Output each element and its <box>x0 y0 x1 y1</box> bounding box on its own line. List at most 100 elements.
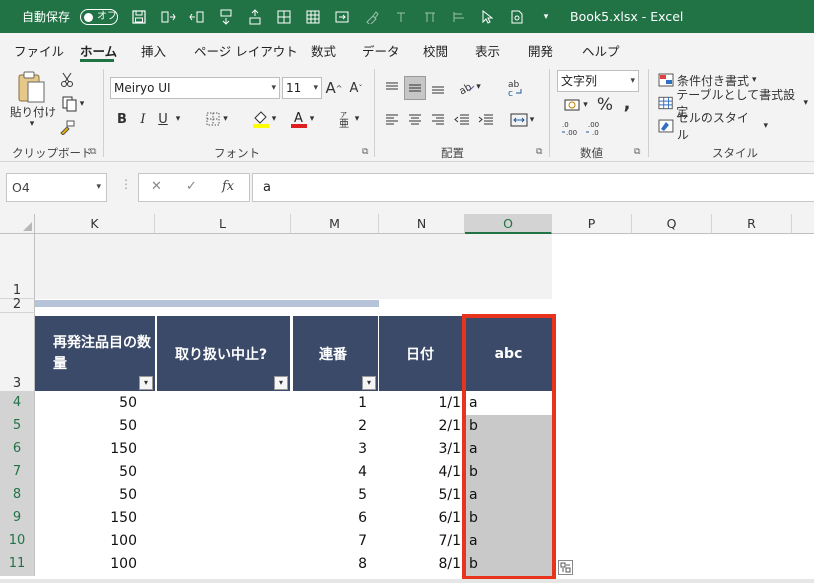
font-launcher-icon[interactable]: ⧉ <box>362 147 372 157</box>
merge-center-icon[interactable]: ▾ <box>504 109 540 131</box>
horizontal-scrollbar[interactable] <box>0 579 814 583</box>
date-cell[interactable]: 8/1 <box>379 553 461 576</box>
quantity-cell[interactable]: 100 <box>35 530 137 553</box>
autosave-toggle[interactable]: オフ <box>80 9 118 25</box>
number-format-combo[interactable]: 文字列 ▾ <box>557 70 639 92</box>
print-preview-icon[interactable] <box>506 0 528 33</box>
tab-insert[interactable]: 挿入 <box>141 41 166 60</box>
align-bottom-icon[interactable] <box>428 77 448 99</box>
increase-font-icon[interactable]: A ^ <box>325 77 343 99</box>
date-cell[interactable]: 1/1 <box>379 392 461 415</box>
row-header-10[interactable]: 10 <box>0 530 35 553</box>
orientation-icon[interactable]: ab ▾ <box>452 76 486 98</box>
row-header-4[interactable]: 4 <box>0 392 35 415</box>
cut-icon[interactable] <box>58 71 76 89</box>
column-header-n[interactable]: N <box>379 214 465 234</box>
column-header-o[interactable]: O <box>465 214 552 234</box>
row-header-2[interactable]: 2 <box>0 298 35 313</box>
delete-row-icon[interactable] <box>244 0 266 33</box>
tab-file[interactable]: ファイル <box>14 41 64 60</box>
quantity-cell[interactable]: 150 <box>35 507 137 530</box>
decrease-font-icon[interactable]: Aˇ <box>347 77 365 99</box>
increase-indent-icon[interactable] <box>476 109 496 131</box>
align-left-icon[interactable] <box>382 109 402 131</box>
save-icon[interactable] <box>128 0 150 33</box>
column-header-k[interactable]: K <box>35 214 155 234</box>
row-header-3[interactable]: 3 <box>0 313 35 392</box>
serial-cell[interactable]: 6 <box>291 507 367 530</box>
align-right-icon[interactable] <box>428 109 448 131</box>
underline-dropdown-icon[interactable]: ▾ <box>172 109 184 129</box>
tab-page-layout[interactable]: ページ レイアウト <box>194 41 298 60</box>
underline-button[interactable]: U <box>156 109 170 129</box>
tab-help[interactable]: ヘルプ <box>582 41 620 60</box>
comma-style-icon[interactable]: , <box>620 92 634 114</box>
formula-input[interactable]: a <box>252 173 814 202</box>
date-cell[interactable]: 6/1 <box>379 507 461 530</box>
cell-styles-button[interactable]: セルのスタイル ▾ <box>658 111 768 142</box>
insert-row-icon[interactable] <box>215 0 237 33</box>
column-header-r[interactable]: R <box>712 214 792 234</box>
quantity-cell[interactable]: 50 <box>35 392 137 415</box>
serial-cell[interactable]: 5 <box>291 484 367 507</box>
enter-icon[interactable]: ✓ <box>186 179 197 194</box>
all-borders-icon[interactable] <box>302 0 324 33</box>
format-painter-icon[interactable] <box>58 118 76 136</box>
serial-cell[interactable]: 3 <box>291 438 367 461</box>
decrease-decimal-icon[interactable]: .00.0 <box>584 119 604 137</box>
date-cell[interactable]: 4/1 <box>379 461 461 484</box>
percent-icon[interactable]: % <box>596 94 614 116</box>
quantity-cell[interactable]: 100 <box>35 553 137 576</box>
quick-analysis-icon[interactable] <box>558 560 573 575</box>
row-header-9[interactable]: 9 <box>0 507 35 530</box>
tab-formulas[interactable]: 数式 <box>311 41 336 60</box>
column-header-m[interactable]: M <box>291 214 379 234</box>
borders-icon[interactable]: ▾ <box>200 109 234 129</box>
row-header-7[interactable]: 7 <box>0 461 35 484</box>
delete-column-icon[interactable] <box>186 0 208 33</box>
insert-function-icon[interactable]: fx <box>222 179 234 194</box>
customize-toolbar-icon[interactable]: ▾ <box>535 0 557 33</box>
number-launcher-icon[interactable]: ⧉ <box>634 147 644 157</box>
select-all-button[interactable] <box>0 214 35 234</box>
filter-dropdown-icon[interactable]: ▾ <box>274 376 288 390</box>
date-cell[interactable]: 7/1 <box>379 530 461 553</box>
fill-color-icon[interactable]: ▾ <box>246 107 282 131</box>
align-middle-icon[interactable] <box>404 76 426 100</box>
column-header-p[interactable]: P <box>552 214 632 234</box>
quantity-cell[interactable]: 150 <box>35 438 137 461</box>
align-top-icon[interactable] <box>382 77 402 99</box>
worksheet-grid[interactable]: K L M N O P Q R 1 2 3 4 5 6 7 8 9 10 11 … <box>0 214 814 583</box>
row-header-8[interactable]: 8 <box>0 484 35 507</box>
filter-dropdown-icon[interactable]: ▾ <box>362 376 376 390</box>
paste-icon[interactable] <box>14 69 48 105</box>
clipboard-launcher-icon[interactable]: ⧉ <box>90 147 100 157</box>
font-name-combo[interactable]: Meiryo UI ▾ <box>110 77 280 99</box>
tab-home[interactable]: ホーム <box>80 41 117 60</box>
increase-decimal-icon[interactable]: .0.00 <box>560 119 580 137</box>
decrease-indent-icon[interactable] <box>452 109 472 131</box>
cancel-icon[interactable]: ✕ <box>151 179 162 194</box>
tab-data[interactable]: データ <box>362 41 400 60</box>
font-size-combo[interactable]: 11 ▾ <box>282 77 322 99</box>
tab-developer[interactable]: 開発 <box>528 41 553 60</box>
row-header-5[interactable]: 5 <box>0 415 35 438</box>
copy-icon[interactable]: ▾ <box>58 95 88 113</box>
row-header-6[interactable]: 6 <box>0 438 35 461</box>
merge-icon[interactable] <box>331 0 353 33</box>
alignment-launcher-icon[interactable]: ⧉ <box>536 147 546 157</box>
wrap-text-icon[interactable]: ab c <box>504 76 526 100</box>
border-grid-icon[interactable] <box>273 0 295 33</box>
bold-button[interactable]: B <box>114 109 130 129</box>
row-header-11[interactable]: 11 <box>0 553 35 576</box>
italic-button[interactable]: I <box>136 109 150 129</box>
date-cell[interactable]: 2/1 <box>379 415 461 438</box>
tab-review[interactable]: 校閲 <box>423 41 448 60</box>
column-header-l[interactable]: L <box>155 214 291 234</box>
serial-cell[interactable]: 7 <box>291 530 367 553</box>
quantity-cell[interactable]: 50 <box>35 461 137 484</box>
align-center-icon[interactable] <box>405 109 425 131</box>
serial-cell[interactable]: 8 <box>291 553 367 576</box>
insert-column-icon[interactable] <box>157 0 179 33</box>
serial-cell[interactable]: 1 <box>291 392 367 415</box>
